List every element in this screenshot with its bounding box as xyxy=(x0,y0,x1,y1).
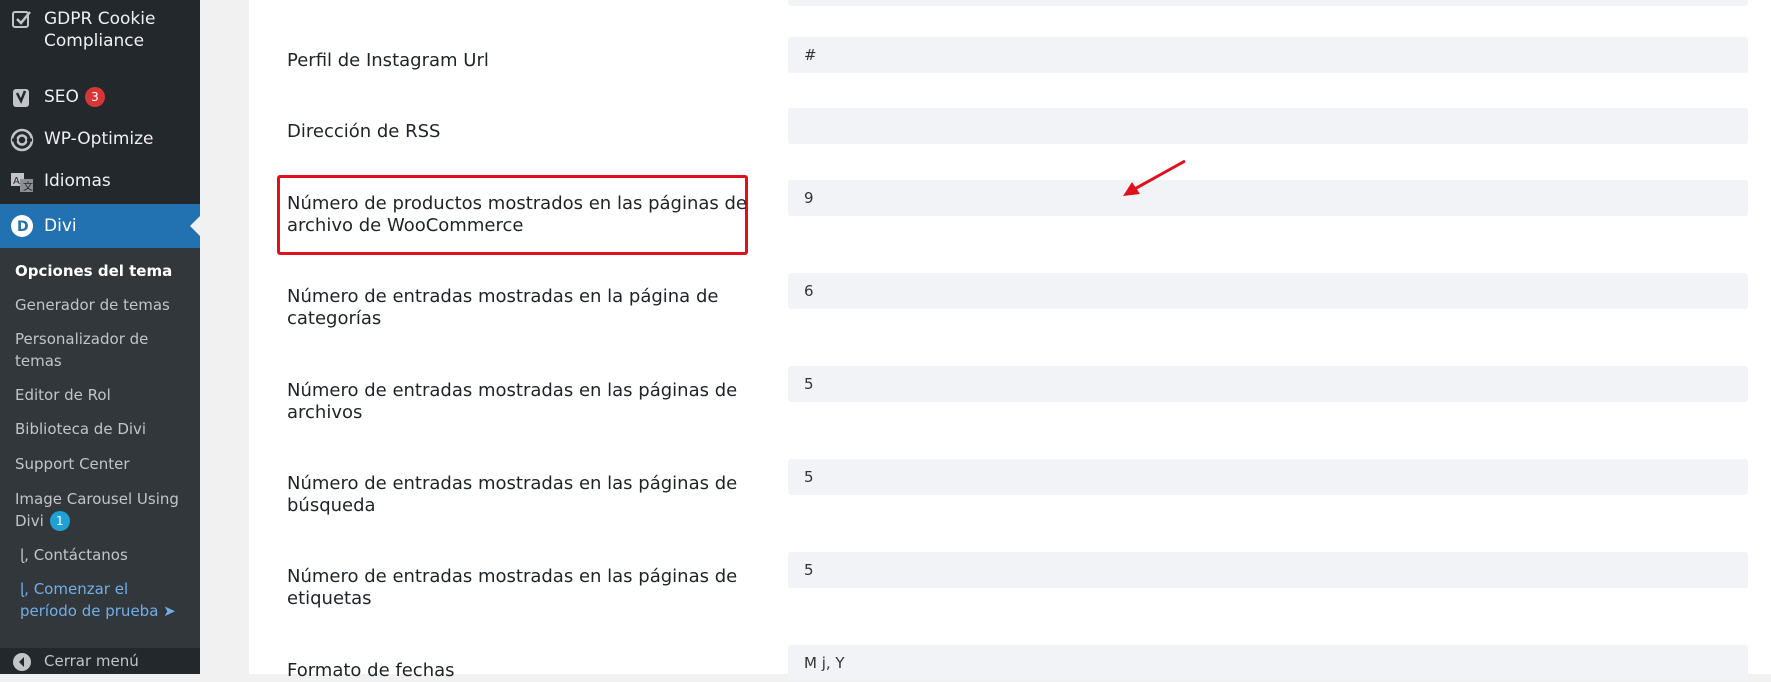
previous-field-input[interactable] xyxy=(788,0,1748,6)
setting-label-search-posts: Número de entradas mostradas en las pági… xyxy=(287,473,738,516)
svg-text:文: 文 xyxy=(23,180,33,193)
search-posts-input[interactable] xyxy=(788,459,1748,495)
archive-posts-input[interactable] xyxy=(788,366,1748,402)
submenu-opciones-del-tema[interactable]: Opciones del tema xyxy=(15,260,195,282)
category-posts-input[interactable] xyxy=(788,273,1748,309)
menu-item-seo[interactable]: SEO 3 xyxy=(0,86,200,114)
admin-sidebar: GDPR Cookie Compliance SEO 3 WP-Optimize … xyxy=(0,0,200,674)
menu-label: Idiomas xyxy=(44,171,111,191)
annotation-arrow xyxy=(1119,158,1189,203)
menu-item-gdpr[interactable]: GDPR Cookie Compliance xyxy=(0,8,200,68)
menu-item-wp-optimize[interactable]: WP-Optimize xyxy=(0,128,200,156)
menu-item-idiomas[interactable]: A文 Idiomas xyxy=(0,170,200,198)
woocommerce-products-input[interactable] xyxy=(788,180,1748,216)
seo-notification-badge: 3 xyxy=(84,87,105,107)
submenu-contactanos[interactable]: ɭ, Contáctanos xyxy=(20,544,200,566)
menu-label: Divi xyxy=(44,216,77,236)
submenu-biblioteca-de-divi[interactable]: Biblioteca de Divi xyxy=(15,418,195,440)
rss-url-input[interactable] xyxy=(788,108,1748,144)
menu-label: SEO xyxy=(44,87,79,107)
setting-label-date-format: Formato de fechas xyxy=(287,660,455,681)
setting-label-tag-posts: Número de entradas mostradas en las pági… xyxy=(287,566,738,609)
instagram-url-input[interactable] xyxy=(788,37,1748,73)
svg-text:D: D xyxy=(17,219,29,235)
collapse-menu-button[interactable]: Cerrar menú xyxy=(0,650,200,674)
collapse-icon xyxy=(10,650,34,674)
submenu-generador-de-temas[interactable]: Generador de temas xyxy=(15,294,195,316)
yoast-icon xyxy=(10,86,34,110)
submenu-label: Image Carousel Using Divi xyxy=(15,490,179,530)
checkbox-icon xyxy=(10,8,34,32)
optimize-icon xyxy=(10,128,34,152)
menu-label: GDPR Cookie Compliance xyxy=(44,9,156,51)
submenu-editor-de-rol[interactable]: Editor de Rol xyxy=(15,384,195,406)
svg-text:A: A xyxy=(13,176,20,187)
setting-label-category-posts: Número de entradas mostradas en la págin… xyxy=(287,286,719,329)
submenu-personalizador-de-temas[interactable]: Personalizador de temas xyxy=(15,328,165,372)
theme-options-panel: Perfil de Instagram Url Dirección de RSS… xyxy=(249,0,1771,681)
tag-posts-input[interactable] xyxy=(788,552,1748,588)
carousel-notification-badge: 1 xyxy=(49,511,70,531)
divi-submenu: Opciones del tema Generador de temas Per… xyxy=(0,248,200,648)
submenu-comenzar-prueba[interactable]: ɭ, Comenzar el período de prueba ➤ xyxy=(20,578,185,622)
setting-label-instagram: Perfil de Instagram Url xyxy=(287,50,489,71)
submenu-image-carousel[interactable]: Image Carousel Using Divi 1 xyxy=(15,488,185,532)
divi-icon: D xyxy=(10,214,34,238)
translate-icon: A文 xyxy=(10,170,34,194)
setting-label-woocommerce-products: Número de productos mostrados en las pág… xyxy=(287,193,747,236)
setting-label-archive-posts: Número de entradas mostradas en las pági… xyxy=(287,380,738,423)
setting-label-rss: Dirección de RSS xyxy=(287,121,441,142)
menu-item-divi[interactable]: D Divi xyxy=(0,204,200,248)
date-format-input[interactable] xyxy=(788,645,1748,681)
menu-label: WP-Optimize xyxy=(44,129,154,149)
collapse-label: Cerrar menú xyxy=(44,652,139,670)
submenu-support-center[interactable]: Support Center xyxy=(15,453,195,475)
